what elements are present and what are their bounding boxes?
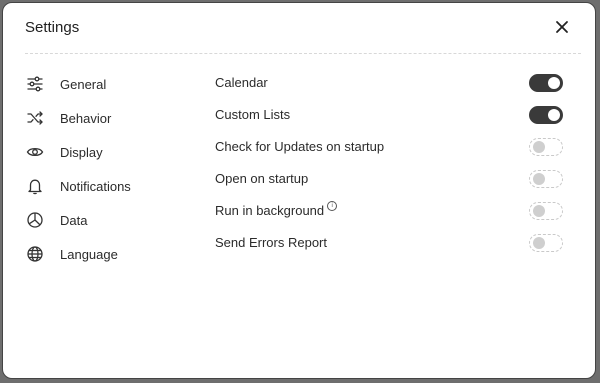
- setting-row-send-errors-report: Send Errors Report: [215, 227, 565, 259]
- settings-sidebar: General Behavior Display Notifications D…: [23, 67, 193, 271]
- toggle-knob: [548, 109, 560, 121]
- globe-icon: [25, 244, 45, 264]
- sidebar-item-behavior[interactable]: Behavior: [23, 101, 193, 135]
- sidebar-item-notifications[interactable]: Notifications: [23, 169, 193, 203]
- sidebar-item-label: Behavior: [60, 110, 112, 126]
- settings-dialog: Settings General Behavior Display Notifi…: [2, 2, 596, 379]
- dialog-title: Settings: [25, 19, 80, 36]
- eye-icon: [25, 142, 45, 162]
- close-button[interactable]: [551, 16, 573, 38]
- setting-label: Send Errors Report: [215, 235, 327, 250]
- check-updates-toggle[interactable]: [529, 138, 563, 156]
- custom-lists-toggle[interactable]: [529, 106, 563, 124]
- setting-label: Run in background: [215, 203, 325, 218]
- sidebar-item-display[interactable]: Display: [23, 135, 193, 169]
- sidebar-item-label: Language: [60, 246, 118, 262]
- sidebar-item-label: General: [60, 76, 107, 92]
- settings-content: Calendar Custom Lists Check for Updates …: [215, 67, 565, 259]
- bell-icon: [25, 176, 45, 196]
- calendar-toggle[interactable]: [529, 74, 563, 92]
- close-icon: [556, 21, 568, 33]
- open-on-startup-toggle[interactable]: [529, 170, 563, 188]
- shuffle-icon: [25, 108, 45, 128]
- run-in-background-toggle[interactable]: [529, 202, 563, 220]
- setting-label-wrap: Run in background i: [215, 201, 338, 218]
- setting-row-run-in-background: Run in background i: [215, 195, 565, 227]
- toggle-knob: [548, 77, 560, 89]
- setting-row-check-updates: Check for Updates on startup: [215, 131, 565, 163]
- sidebar-item-label: Notifications: [60, 178, 131, 194]
- toggle-knob: [533, 141, 545, 153]
- setting-label: Check for Updates on startup: [215, 139, 385, 154]
- sidebar-item-language[interactable]: Language: [23, 237, 193, 271]
- setting-label: Calendar: [215, 75, 268, 90]
- sidebar-item-general[interactable]: General: [23, 67, 193, 101]
- header-divider: [25, 53, 581, 54]
- sidebar-item-label: Display: [60, 144, 103, 160]
- setting-row-custom-lists: Custom Lists: [215, 99, 565, 131]
- sidebar-item-data[interactable]: Data: [23, 203, 193, 237]
- sliders-icon: [25, 74, 45, 94]
- sidebar-item-label: Data: [60, 212, 88, 228]
- pie-chart-icon: [25, 210, 45, 230]
- setting-label: Custom Lists: [215, 107, 291, 122]
- setting-label: Open on startup: [215, 171, 309, 186]
- toggle-knob: [533, 205, 545, 217]
- toggle-knob: [533, 237, 545, 249]
- toggle-knob: [533, 173, 545, 185]
- setting-row-calendar: Calendar: [215, 67, 565, 99]
- send-errors-report-toggle[interactable]: [529, 234, 563, 252]
- info-icon[interactable]: i: [327, 201, 338, 211]
- dialog-header: Settings: [3, 3, 595, 53]
- setting-row-open-on-startup: Open on startup: [215, 163, 565, 195]
